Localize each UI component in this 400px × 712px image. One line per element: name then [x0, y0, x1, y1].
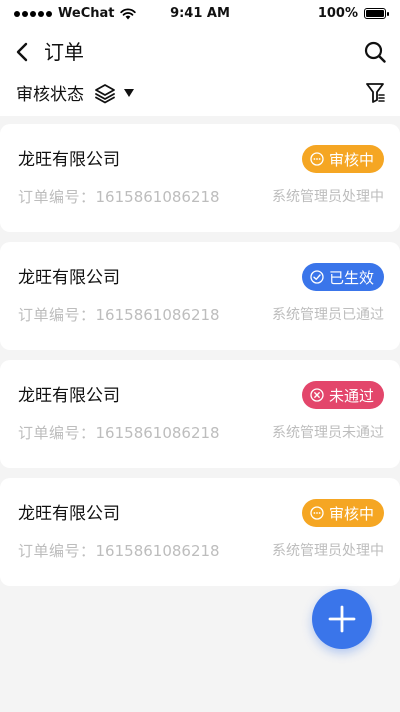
- status-bar: WeChat 9:41 AM 100%: [0, 0, 400, 28]
- handler-status: 系统管理员处理中: [272, 189, 384, 205]
- order-number-value: 1615861086218: [95, 542, 220, 560]
- status-text: 已生效: [328, 268, 374, 287]
- status-badge: 未通过: [301, 381, 384, 409]
- page-title: 订单: [44, 40, 84, 64]
- status-badge: 已生效: [301, 263, 384, 291]
- battery-icon: [364, 8, 389, 19]
- handler-status: 系统管理员未通过: [272, 425, 384, 441]
- battery-percent: 100%: [317, 6, 358, 21]
- plus-icon: [328, 605, 356, 633]
- status-text: 审核中: [328, 504, 374, 523]
- status-badge: 审核中: [301, 499, 384, 527]
- status-filter-dropdown[interactable]: 审核状态: [16, 80, 134, 105]
- order-card[interactable]: 龙旺有限公司 未通过 订单编号：1615861086218 系统管理员未通过: [0, 360, 400, 468]
- caret-down-icon: [124, 88, 134, 97]
- order-number-value: 1615861086218: [95, 306, 220, 324]
- company-name: 龙旺有限公司: [18, 386, 120, 406]
- add-order-button[interactable]: [312, 589, 372, 649]
- order-card[interactable]: 龙旺有限公司 审核中 订单编号：1615861086218 系统管理员处理中: [0, 478, 400, 586]
- layers-icon: [94, 82, 116, 104]
- search-button[interactable]: [362, 38, 388, 66]
- more-circle-icon: [310, 506, 324, 520]
- order-card[interactable]: 龙旺有限公司 已生效 订单编号：1615861086218 系统管理员已通过: [0, 242, 400, 350]
- company-name: 龙旺有限公司: [18, 504, 120, 524]
- order-number: 订单编号：1615861086218: [18, 540, 220, 562]
- order-number: 订单编号：1615861086218: [18, 304, 220, 326]
- filter-icon: [366, 83, 385, 103]
- chevron-left-icon: [16, 42, 28, 62]
- company-name: 龙旺有限公司: [18, 268, 120, 288]
- close-circle-icon: [310, 388, 324, 402]
- more-circle-icon: [310, 152, 324, 166]
- order-number-label: 订单编号：: [18, 306, 96, 324]
- order-card[interactable]: 龙旺有限公司 审核中 订单编号：1615861086218 系统管理员处理中: [0, 124, 400, 232]
- search-icon: [364, 41, 386, 63]
- status-filter-label: 审核状态: [16, 85, 84, 105]
- status-badge: 审核中: [301, 145, 384, 173]
- battery-status: 100%: [317, 6, 389, 21]
- handler-status: 系统管理员已通过: [272, 307, 384, 323]
- filter-button[interactable]: [364, 80, 386, 106]
- status-text: 未通过: [328, 386, 374, 405]
- company-name: 龙旺有限公司: [18, 150, 120, 170]
- order-number-label: 订单编号：: [18, 188, 96, 206]
- handler-status: 系统管理员处理中: [272, 543, 384, 559]
- order-number: 订单编号：1615861086218: [18, 422, 220, 444]
- order-number-label: 订单编号：: [18, 424, 96, 442]
- check-circle-icon: [310, 270, 324, 284]
- order-number-label: 订单编号：: [18, 542, 96, 560]
- order-number: 订单编号：1615861086218: [18, 186, 220, 208]
- status-text: 审核中: [328, 150, 374, 169]
- header: 订单 审核状态: [0, 28, 400, 116]
- order-number-value: 1615861086218: [95, 424, 220, 442]
- order-number-value: 1615861086218: [95, 188, 220, 206]
- back-button[interactable]: [10, 38, 34, 66]
